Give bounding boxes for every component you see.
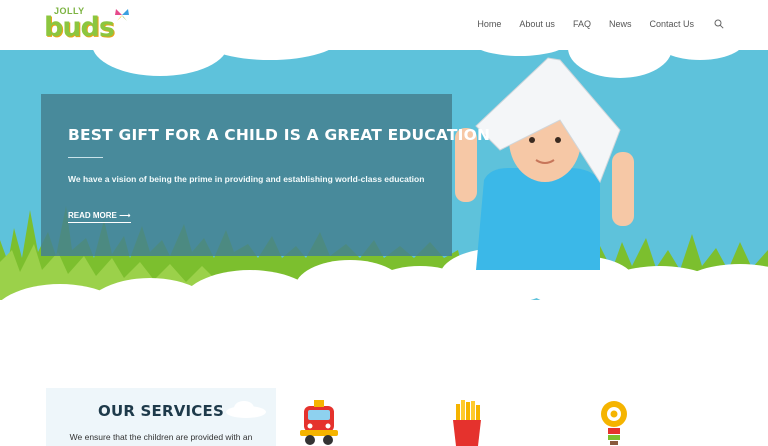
read-more-label: READ MORE: [68, 211, 117, 220]
nav-faq[interactable]: FAQ: [573, 19, 591, 29]
services-text: We ensure that the children are provided…: [69, 432, 253, 442]
hero-divider: [68, 157, 103, 158]
main-nav: Home About us FAQ News Contact Us: [477, 19, 724, 29]
jolly-buds-logo[interactable]: JOLLY buds: [42, 6, 132, 44]
nav-home[interactable]: Home: [477, 19, 501, 29]
arrow-right-icon: ⟶: [119, 211, 131, 220]
hero-subtitle: We have a vision of being the prime in p…: [68, 174, 425, 184]
services-card: OUR SERVICES We ensure that the children…: [46, 388, 276, 446]
logo-main-text: buds: [44, 12, 115, 43]
hero-panel: BEST GIFT FOR A CHILD IS A GREAT EDUCATI…: [41, 94, 490, 256]
search-icon[interactable]: [714, 19, 724, 29]
lightbulb-icon: [601, 401, 627, 445]
site-header: JOLLY buds Home About us FAQ News Contac…: [0, 0, 768, 50]
nav-news[interactable]: News: [609, 19, 632, 29]
child-illustration: [455, 57, 634, 270]
bus-icon: [300, 400, 338, 445]
hero-banner: BEST GIFT FOR A CHILD IS A GREAT EDUCATI…: [0, 0, 768, 350]
nav-contact-us[interactable]: Contact Us: [649, 19, 694, 29]
read-more-link[interactable]: READ MORE ⟶: [68, 211, 131, 223]
nav-about-us[interactable]: About us: [519, 19, 555, 29]
butterfly-icon: [115, 9, 129, 21]
fries-icon: [453, 400, 481, 446]
services-title: OUR SERVICES: [98, 402, 224, 420]
hero-title: BEST GIFT FOR A CHILD IS A GREAT EDUCATI…: [68, 126, 491, 144]
